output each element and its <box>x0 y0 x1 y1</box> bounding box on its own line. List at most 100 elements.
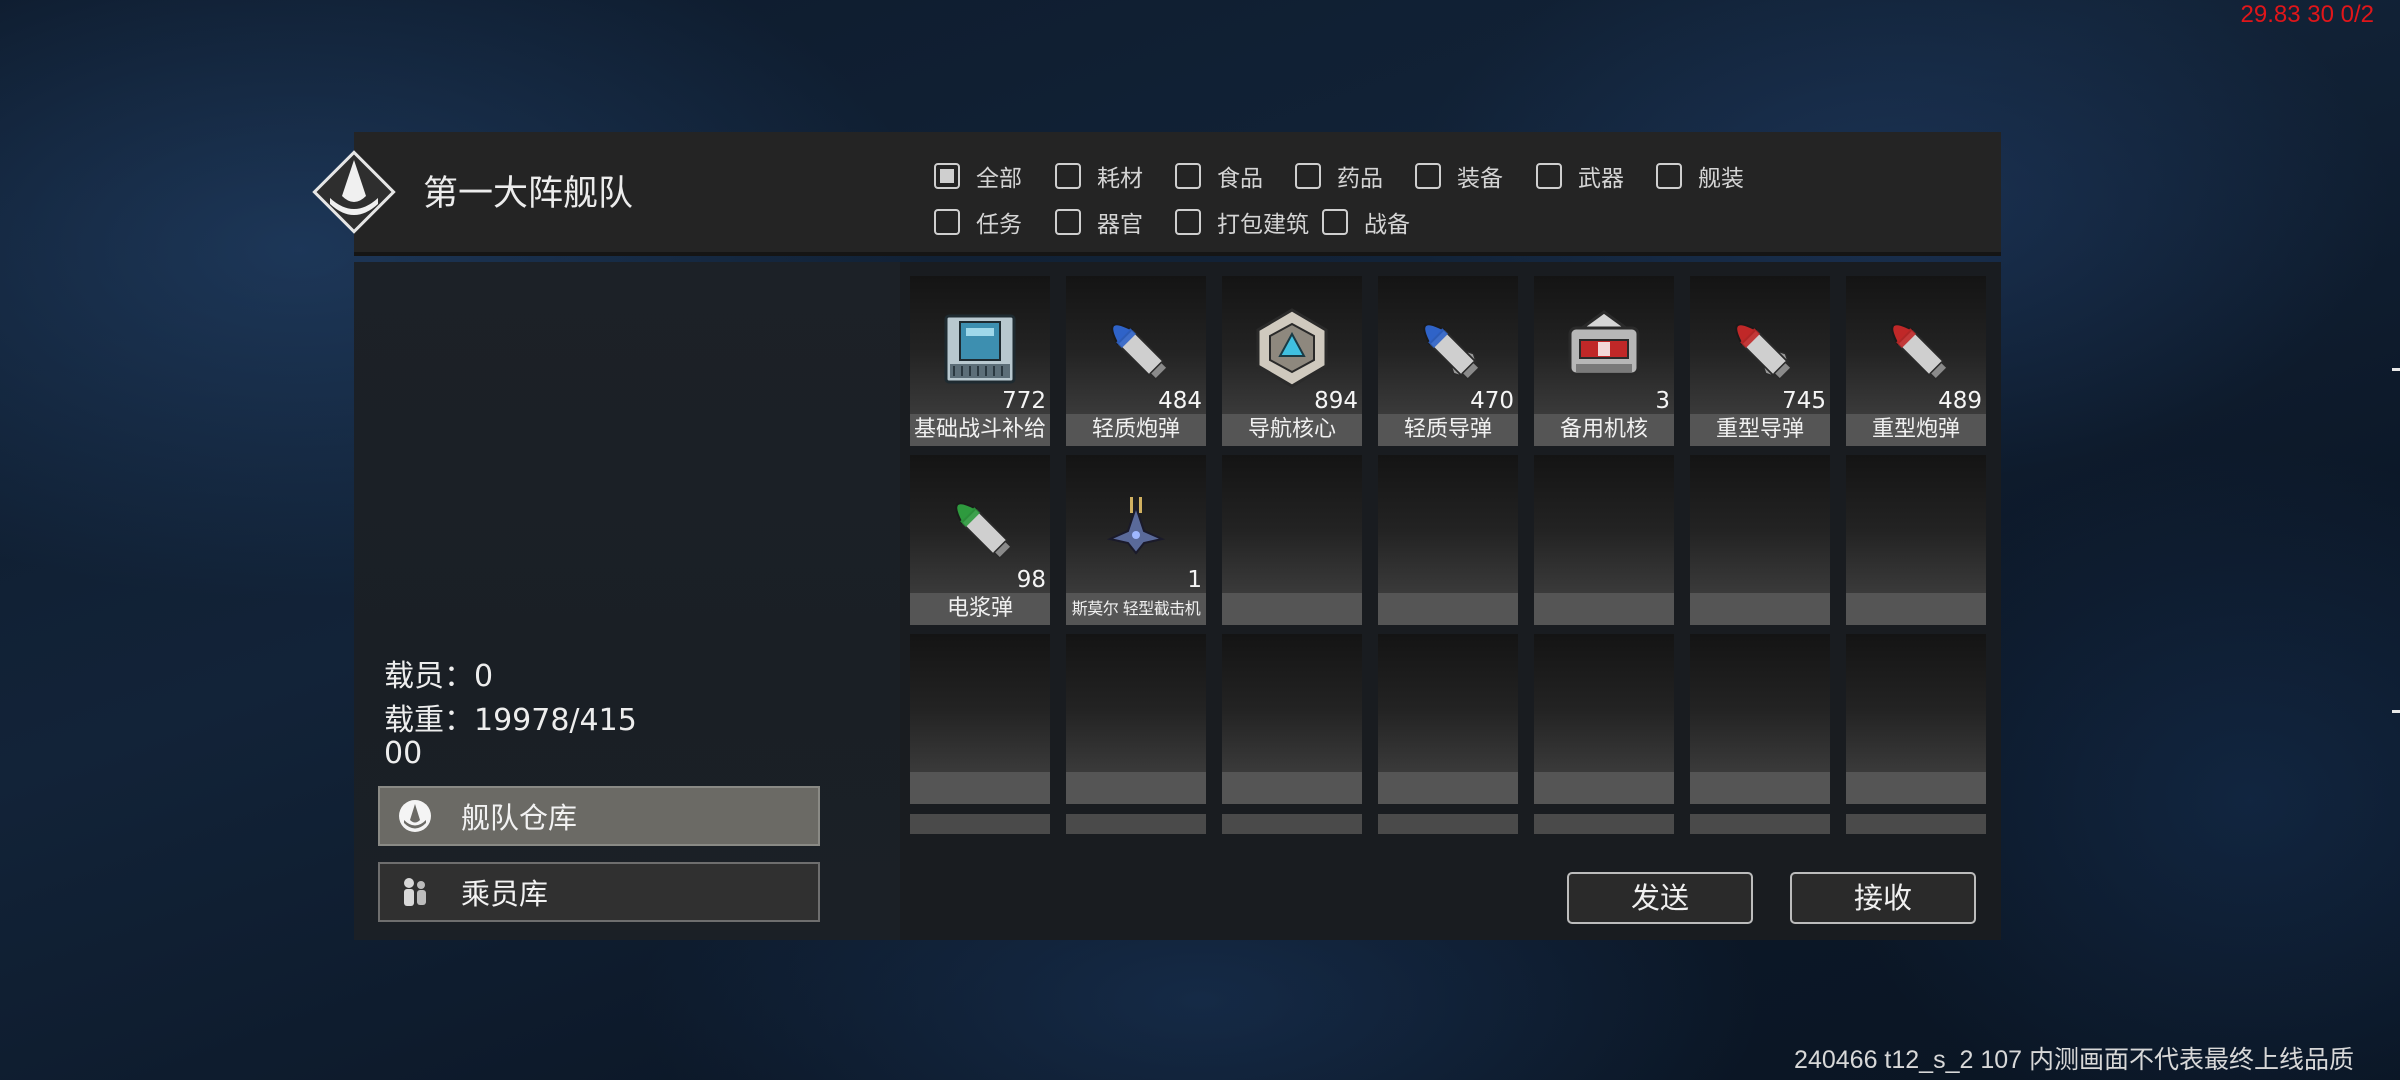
empty-slot-label <box>1690 593 1830 625</box>
receive-button[interactable]: 接收 <box>1790 872 1976 924</box>
next-row-slot-edge <box>1378 814 1518 834</box>
empty-slot[interactable] <box>1378 455 1518 593</box>
screen-edge-marker <box>2392 710 2400 713</box>
filter-1[interactable]: 耗材 <box>1055 159 1143 193</box>
plasma-shell-icon <box>955 502 1013 560</box>
filter-5[interactable]: 武器 <box>1536 159 1624 193</box>
next-row-slot-edge <box>1534 814 1674 834</box>
next-row-slot-edge <box>1846 814 1986 834</box>
filter-6[interactable]: 舰装 <box>1656 159 1744 193</box>
empty-slot[interactable] <box>1222 455 1362 593</box>
item-slot[interactable]: 98 <box>910 455 1050 593</box>
fleet-title: 第一大阵舰队 <box>423 174 634 214</box>
item-slot[interactable]: 745 <box>1690 276 1830 414</box>
empty-slot[interactable] <box>1066 634 1206 772</box>
filter-2[interactable]: 食品 <box>1175 159 1263 193</box>
next-row-slot-edge <box>1066 814 1206 834</box>
item-slot[interactable]: 470 <box>1378 276 1518 414</box>
filter-7[interactable]: 任务 <box>934 205 1022 239</box>
next-row-slot-edge <box>1690 814 1830 834</box>
nav-core-icon <box>1256 308 1328 388</box>
item-slot[interactable]: 484 <box>1066 276 1206 414</box>
filter-checkbox[interactable] <box>1415 163 1441 189</box>
item-slot[interactable]: 489 <box>1846 276 1986 414</box>
filter-checkbox[interactable] <box>1536 163 1562 189</box>
empty-slot[interactable] <box>1690 455 1830 593</box>
fleet-warehouse-button[interactable]: 舰队仓库 <box>378 786 820 846</box>
screen-edge-marker <box>2392 368 2400 371</box>
filter-label: 战备 <box>1364 212 1410 238</box>
fleet-emblem-icon <box>395 796 435 836</box>
fleet-warehouse-label: 舰队仓库 <box>461 801 578 835</box>
item-name: 重型炮弹 <box>1846 414 1986 446</box>
empty-slot-label <box>1534 772 1674 804</box>
crew-storage-label: 乘员库 <box>461 877 549 911</box>
filter-checkbox[interactable] <box>1055 209 1081 235</box>
item-name: 轻质炮弹 <box>1066 414 1206 446</box>
interceptor-icon <box>1106 497 1166 555</box>
crew-storage-button[interactable]: 乘员库 <box>378 862 820 922</box>
filter-9[interactable]: 打包建筑 <box>1175 205 1309 239</box>
filter-checkbox[interactable] <box>1055 163 1081 189</box>
item-slot[interactable]: 894 <box>1222 276 1362 414</box>
filter-checkbox[interactable] <box>934 209 960 235</box>
empty-slot[interactable] <box>1222 634 1362 772</box>
filter-0[interactable]: 全部 <box>934 159 1022 193</box>
filter-checkbox[interactable] <box>1656 163 1682 189</box>
next-row-slot-edge <box>910 814 1050 834</box>
filter-checkbox[interactable] <box>1322 209 1348 235</box>
item-name: 斯莫尔 轻型截击机 <box>1066 593 1206 625</box>
filter-label: 舰装 <box>1698 166 1744 192</box>
heavy-missile-icon <box>1735 323 1793 381</box>
filter-checkbox[interactable] <box>1175 209 1201 235</box>
empty-slot-label <box>1222 772 1362 804</box>
filter-10[interactable]: 战备 <box>1322 205 1410 239</box>
item-count: 470 <box>1470 388 1514 414</box>
empty-slot[interactable] <box>910 634 1050 772</box>
empty-slot-label <box>1378 593 1518 625</box>
item-count: 489 <box>1938 388 1982 414</box>
item-count: 772 <box>1002 388 1046 414</box>
filter-label: 器官 <box>1097 212 1143 238</box>
fleet-emblem-icon <box>312 150 396 234</box>
empty-slot[interactable] <box>1846 455 1986 593</box>
filter-3[interactable]: 药品 <box>1295 159 1383 193</box>
filter-label: 全部 <box>976 166 1022 192</box>
filter-label: 武器 <box>1578 166 1624 192</box>
empty-slot-label <box>1066 772 1206 804</box>
empty-slot-label <box>1222 593 1362 625</box>
item-count: 3 <box>1655 388 1670 414</box>
empty-slot-label <box>1846 772 1986 804</box>
item-slot[interactable]: 3 <box>1534 276 1674 414</box>
send-button[interactable]: 发送 <box>1567 872 1753 924</box>
item-name: 轻质导弹 <box>1378 414 1518 446</box>
next-row-slot-edge <box>1222 814 1362 834</box>
filter-checkbox[interactable] <box>934 163 960 189</box>
empty-slot-label <box>1846 593 1986 625</box>
crew-icon <box>395 872 435 912</box>
build-watermark: 240466 t12_s_2 107 内测画面不代表最终上线品质 <box>1794 1046 2354 1074</box>
filter-label: 耗材 <box>1097 166 1143 192</box>
item-count: 484 <box>1158 388 1202 414</box>
filter-label: 装备 <box>1457 166 1503 192</box>
filter-checkbox[interactable] <box>1295 163 1321 189</box>
item-slot[interactable]: 772 <box>910 276 1050 414</box>
empty-slot-label <box>910 772 1050 804</box>
filter-label: 食品 <box>1217 166 1263 192</box>
filter-label: 任务 <box>976 212 1022 238</box>
empty-slot-label <box>1534 593 1674 625</box>
empty-slot[interactable] <box>1846 634 1986 772</box>
empty-slot[interactable] <box>1690 634 1830 772</box>
filter-4[interactable]: 装备 <box>1415 159 1503 193</box>
item-count: 745 <box>1782 388 1826 414</box>
empty-slot[interactable] <box>1534 634 1674 772</box>
filter-label: 打包建筑 <box>1217 212 1309 238</box>
empty-slot[interactable] <box>1534 455 1674 593</box>
debug-fps-readout: 29.83 30 0/2 <box>2240 1 2374 28</box>
filter-checkbox[interactable] <box>1175 163 1201 189</box>
empty-slot[interactable] <box>1378 634 1518 772</box>
spare-core-icon <box>1568 310 1640 376</box>
item-slot[interactable]: 1 <box>1066 455 1206 593</box>
filter-8[interactable]: 器官 <box>1055 205 1143 239</box>
item-count: 1 <box>1187 567 1202 593</box>
